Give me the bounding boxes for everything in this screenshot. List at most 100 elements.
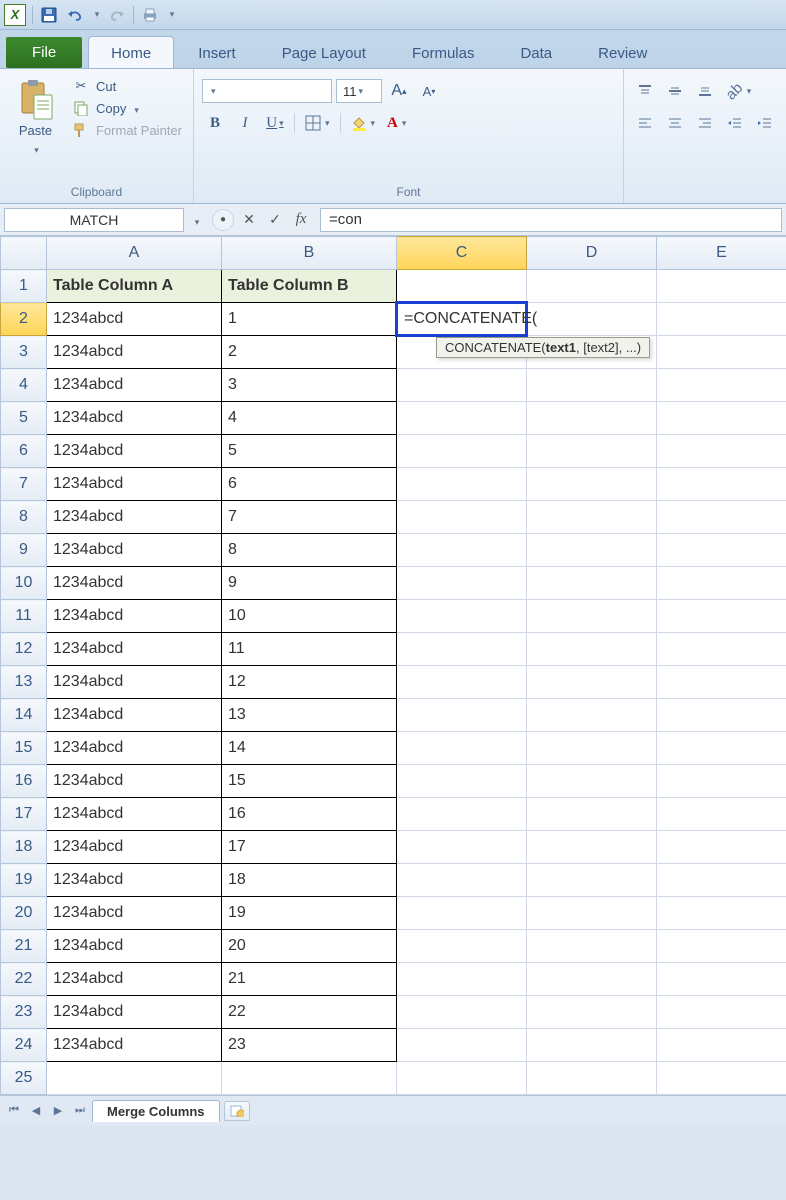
cell-A17[interactable]: 1234abcd: [47, 798, 222, 831]
cell-A8[interactable]: 1234abcd: [47, 501, 222, 534]
row-header[interactable]: 2: [1, 303, 47, 336]
row-header[interactable]: 17: [1, 798, 47, 831]
cell-C20[interactable]: [397, 897, 527, 930]
cell-D10[interactable]: [527, 567, 657, 600]
sheet-tab-active[interactable]: Merge Columns: [92, 1100, 220, 1122]
cell-A3[interactable]: 1234abcd: [47, 336, 222, 369]
name-box-dropdown-icon[interactable]: [188, 212, 204, 228]
cell-C10[interactable]: [397, 567, 527, 600]
cell-E21[interactable]: [657, 930, 786, 963]
cell-A1[interactable]: Table Column A: [47, 270, 222, 303]
tab-home[interactable]: Home: [88, 36, 174, 68]
cell-E20[interactable]: [657, 897, 786, 930]
cell-D7[interactable]: [527, 468, 657, 501]
cell-E17[interactable]: [657, 798, 786, 831]
cell-B15[interactable]: 14: [222, 732, 397, 765]
cell-A7[interactable]: 1234abcd: [47, 468, 222, 501]
row-header[interactable]: 23: [1, 996, 47, 1029]
cell-B22[interactable]: 21: [222, 963, 397, 996]
cell-C17[interactable]: [397, 798, 527, 831]
cell-E2[interactable]: [657, 303, 786, 336]
row-header[interactable]: 10: [1, 567, 47, 600]
cell-D23[interactable]: [527, 996, 657, 1029]
cell-B25[interactable]: [222, 1062, 397, 1095]
cell-A14[interactable]: 1234abcd: [47, 699, 222, 732]
cell-B14[interactable]: 13: [222, 699, 397, 732]
cell-D12[interactable]: [527, 633, 657, 666]
cell-D2[interactable]: [527, 303, 657, 336]
align-middle-icon[interactable]: [662, 79, 688, 103]
row-header[interactable]: 9: [1, 534, 47, 567]
cell-B21[interactable]: 20: [222, 930, 397, 963]
undo-icon[interactable]: [65, 5, 85, 25]
cell-D13[interactable]: [527, 666, 657, 699]
paste-button[interactable]: Paste: [8, 73, 63, 160]
cell-C25[interactable]: [397, 1062, 527, 1095]
font-size-select[interactable]: 11: [336, 79, 382, 103]
cell-A13[interactable]: 1234abcd: [47, 666, 222, 699]
insert-function-icon[interactable]: fx: [290, 209, 312, 231]
cell-A4[interactable]: 1234abcd: [47, 369, 222, 402]
cell-C7[interactable]: [397, 468, 527, 501]
format-painter-button[interactable]: Format Painter: [69, 121, 185, 139]
redo-icon[interactable]: [107, 5, 127, 25]
cell-A18[interactable]: 1234abcd: [47, 831, 222, 864]
cell-E6[interactable]: [657, 435, 786, 468]
cell-D20[interactable]: [527, 897, 657, 930]
cell-E1[interactable]: [657, 270, 786, 303]
select-all-corner[interactable]: [1, 237, 47, 270]
increase-indent-icon[interactable]: [752, 111, 778, 135]
cell-D9[interactable]: [527, 534, 657, 567]
save-icon[interactable]: [39, 5, 59, 25]
cell-D4[interactable]: [527, 369, 657, 402]
row-header[interactable]: 22: [1, 963, 47, 996]
cell-C21[interactable]: [397, 930, 527, 963]
cell-E18[interactable]: [657, 831, 786, 864]
fill-color-button[interactable]: [347, 111, 380, 135]
cell-E19[interactable]: [657, 864, 786, 897]
cell-E25[interactable]: [657, 1062, 786, 1095]
paste-dropdown-icon[interactable]: [32, 140, 39, 156]
cell-E16[interactable]: [657, 765, 786, 798]
column-header-A[interactable]: A: [47, 237, 222, 270]
cell-C23[interactable]: [397, 996, 527, 1029]
cell-E5[interactable]: [657, 402, 786, 435]
row-header[interactable]: 15: [1, 732, 47, 765]
cell-D18[interactable]: [527, 831, 657, 864]
tab-file[interactable]: File: [6, 37, 82, 68]
cell-E3[interactable]: [657, 336, 786, 369]
cell-D6[interactable]: [527, 435, 657, 468]
cell-B9[interactable]: 8: [222, 534, 397, 567]
spreadsheet-grid[interactable]: ABCDE 1Table Column ATable Column B21234…: [0, 236, 786, 1095]
name-box[interactable]: MATCH: [4, 208, 184, 232]
cell-D25[interactable]: [527, 1062, 657, 1095]
cell-E14[interactable]: [657, 699, 786, 732]
cell-A21[interactable]: 1234abcd: [47, 930, 222, 963]
borders-button[interactable]: [301, 111, 334, 135]
row-header[interactable]: 21: [1, 930, 47, 963]
cell-A25[interactable]: [47, 1062, 222, 1095]
cell-B23[interactable]: 22: [222, 996, 397, 1029]
bold-button[interactable]: B: [202, 111, 228, 135]
cell-C24[interactable]: [397, 1029, 527, 1062]
cell-E8[interactable]: [657, 501, 786, 534]
cell-C6[interactable]: [397, 435, 527, 468]
copy-dropdown-icon[interactable]: [132, 101, 139, 116]
decrease-indent-icon[interactable]: [722, 111, 748, 135]
cell-A20[interactable]: 1234abcd: [47, 897, 222, 930]
column-header-B[interactable]: B: [222, 237, 397, 270]
cut-button[interactable]: ✂ Cut: [69, 77, 185, 95]
cell-B16[interactable]: 15: [222, 765, 397, 798]
cell-A10[interactable]: 1234abcd: [47, 567, 222, 600]
cell-A6[interactable]: 1234abcd: [47, 435, 222, 468]
tab-formulas[interactable]: Formulas: [390, 37, 497, 68]
row-header[interactable]: 8: [1, 501, 47, 534]
cell-E9[interactable]: [657, 534, 786, 567]
cell-A15[interactable]: 1234abcd: [47, 732, 222, 765]
cell-E4[interactable]: [657, 369, 786, 402]
row-header[interactable]: 25: [1, 1062, 47, 1095]
cell-B4[interactable]: 3: [222, 369, 397, 402]
cell-D21[interactable]: [527, 930, 657, 963]
cell-D24[interactable]: [527, 1029, 657, 1062]
cell-A11[interactable]: 1234abcd: [47, 600, 222, 633]
